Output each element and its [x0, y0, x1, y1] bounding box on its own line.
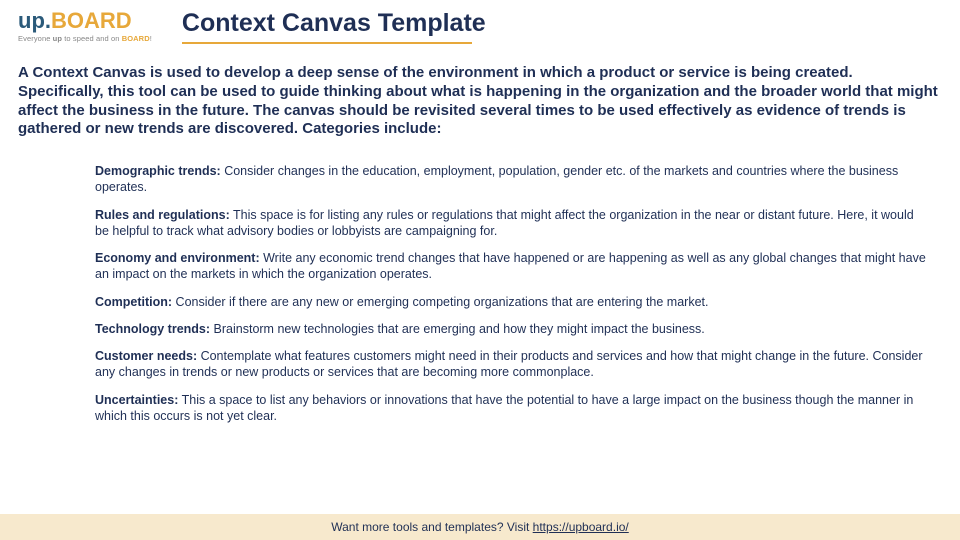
list-item: Demographic trends: Consider changes in … [95, 163, 930, 196]
list-item: Technology trends: Brainstorm new techno… [95, 321, 930, 337]
category-list: Demographic trends: Consider changes in … [0, 151, 960, 424]
list-item: Competition: Consider if there are any n… [95, 294, 930, 310]
tagline-board: BOARD [122, 34, 150, 43]
list-item: Rules and regulations: This space is for… [95, 207, 930, 240]
tagline-mid: to speed and on [62, 34, 122, 43]
category-text: Brainstorm new technologies that are eme… [210, 322, 705, 336]
category-label: Uncertainties: [95, 393, 178, 407]
category-label: Customer needs: [95, 349, 197, 363]
category-text: Contemplate what features customers migh… [95, 349, 923, 379]
tagline-pre: Everyone [18, 34, 53, 43]
tagline-up: up [53, 34, 62, 43]
footer: Want more tools and templates? Visit htt… [0, 514, 960, 540]
logo-up: up [18, 8, 45, 33]
title-wrap: Context Canvas Template [182, 8, 486, 44]
category-label: Economy and environment: [95, 251, 260, 265]
title-underline [182, 42, 472, 44]
category-text: This a space to list any behaviors or in… [95, 393, 913, 423]
list-item: Economy and environment: Write any econo… [95, 250, 930, 283]
category-label: Demographic trends: [95, 164, 221, 178]
header: up.BOARD Everyone up to speed and on BOA… [0, 0, 960, 44]
page-title: Context Canvas Template [182, 8, 486, 40]
category-label: Rules and regulations: [95, 208, 230, 222]
tagline-end: ! [150, 34, 152, 43]
footer-link[interactable]: https://upboard.io/ [533, 520, 629, 534]
intro-paragraph: A Context Canvas is used to develop a de… [0, 44, 960, 151]
category-label: Competition: [95, 295, 172, 309]
logo: up.BOARD Everyone up to speed and on BOA… [18, 10, 152, 43]
category-label: Technology trends: [95, 322, 210, 336]
category-text: Consider if there are any new or emergin… [172, 295, 708, 309]
logo-tagline: Everyone up to speed and on BOARD! [18, 34, 152, 43]
list-item: Uncertainties: This a space to list any … [95, 392, 930, 425]
logo-text: up.BOARD [18, 10, 152, 32]
footer-text: Want more tools and templates? Visit [331, 520, 532, 534]
logo-board: BOARD [51, 8, 132, 33]
list-item: Customer needs: Contemplate what feature… [95, 348, 930, 381]
